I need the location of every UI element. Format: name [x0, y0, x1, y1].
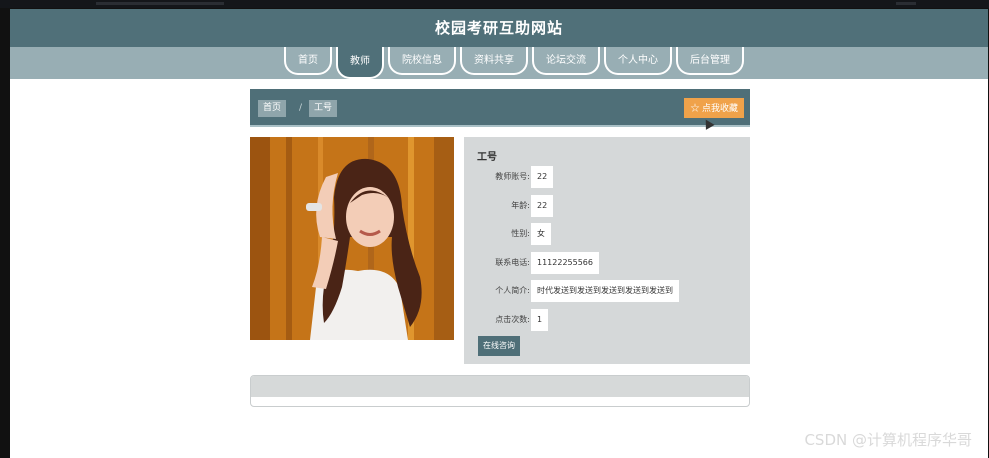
- top-strip-indicator: [896, 2, 916, 5]
- nav-item-personal-center[interactable]: 个人中心: [604, 47, 672, 75]
- teacher-photo: [250, 137, 454, 340]
- field-label: 性别:: [511, 229, 530, 238]
- teacher-detail-panel: 工号 教师账号: 22 年龄: 22 性别: 女 联系电话: 111222555…: [464, 137, 750, 364]
- field-row-bio: 个人简介: 时代发送到发送到发送到发送到发送到: [464, 280, 750, 302]
- field-label: 个人简介:: [495, 286, 530, 295]
- field-label: 年龄:: [511, 201, 530, 210]
- breadcrumb-separator: /: [299, 103, 303, 113]
- detail-title: 工号: [477, 152, 497, 163]
- field-row-phone: 联系电话: 11122255566: [464, 252, 750, 274]
- nav-item-materials[interactable]: 资料共享: [460, 47, 528, 75]
- breadcrumb-home[interactable]: 首页: [258, 100, 287, 117]
- field-value: 22: [531, 166, 554, 188]
- nav-item-forum[interactable]: 论坛交流: [532, 47, 600, 75]
- field-row-clicks: 点击次数: 1: [464, 309, 750, 331]
- nav-item-admin[interactable]: 后台管理: [676, 47, 744, 75]
- lower-card-header: [251, 376, 749, 397]
- top-strip: [0, 0, 989, 8]
- field-row-account: 教师账号: 22: [464, 166, 750, 188]
- field-label: 教师账号:: [495, 172, 530, 181]
- field-value: 女: [531, 223, 551, 245]
- field-value: 时代发送到发送到发送到发送到发送到: [531, 280, 679, 302]
- site-header: 校园考研互助网站: [10, 9, 988, 47]
- nav-item-schools[interactable]: 院校信息: [388, 47, 456, 75]
- browser-viewport: 校园考研互助网站 首页 教师 院校信息 资料共享 论坛交流 个人中心 后台管理 …: [10, 9, 988, 458]
- top-strip-tab: [96, 2, 224, 5]
- nav-item-home[interactable]: 首页: [284, 47, 332, 75]
- field-value: 1: [531, 309, 549, 331]
- field-value: 11122255566: [531, 252, 599, 274]
- favorite-button[interactable]: ☆ 点我收藏: [684, 98, 744, 118]
- field-label: 点击次数:: [495, 315, 530, 324]
- watermark: CSDN @计算机程序华哥: [804, 431, 972, 449]
- breadcrumb: 首页 / 工号 ☆ 点我收藏: [250, 89, 750, 127]
- main-nav: 首页 教师 院校信息 资料共享 论坛交流 个人中心 后台管理: [10, 47, 988, 79]
- online-consult-button[interactable]: 在线咨询: [478, 336, 520, 356]
- field-label: 联系电话:: [495, 258, 530, 267]
- teacher-photo-image: [250, 137, 454, 340]
- field-value: 22: [531, 195, 554, 217]
- lower-content-card: [250, 375, 750, 407]
- site-title: 校园考研互助网站: [434, 19, 563, 37]
- field-row-age: 年龄: 22: [464, 195, 750, 217]
- window-frame: 校园考研互助网站 首页 教师 院校信息 资料共享 论坛交流 个人中心 后台管理 …: [0, 0, 989, 458]
- nav-items: 首页 教师 院校信息 资料共享 论坛交流 个人中心 后台管理: [284, 47, 748, 79]
- breadcrumb-current: 工号: [309, 100, 338, 117]
- nav-item-teachers[interactable]: 教师: [336, 47, 384, 79]
- field-row-gender: 性别: 女: [464, 223, 750, 245]
